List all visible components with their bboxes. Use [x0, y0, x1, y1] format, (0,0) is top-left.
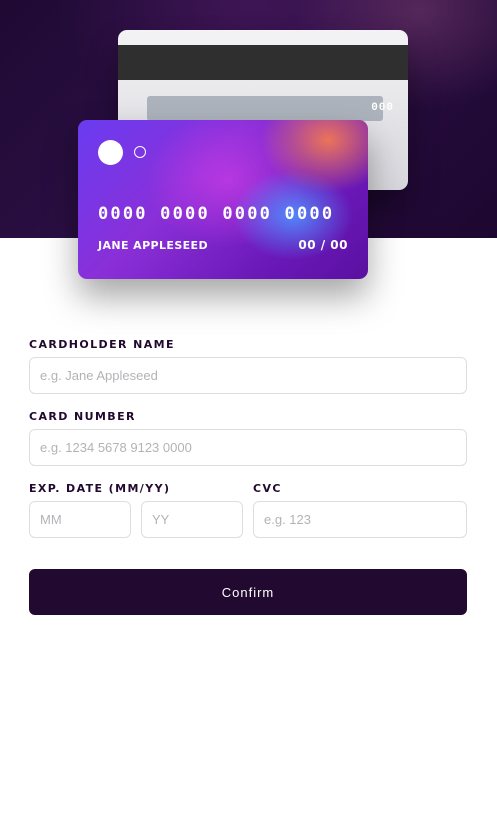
magnetic-stripe: [118, 45, 408, 80]
card-number-label: CARD NUMBER: [29, 410, 136, 423]
signature-strip: [147, 96, 383, 121]
exp-date-label: EXP. DATE (MM/YY): [29, 482, 171, 495]
cardholder-name-label: CARDHOLDER NAME: [29, 338, 175, 351]
exp-year-input[interactable]: [141, 501, 243, 538]
card-number-display: 0000 0000 0000 0000: [98, 204, 335, 224]
cardholder-name-input[interactable]: [29, 357, 467, 394]
exp-month-input[interactable]: [29, 501, 131, 538]
cardholder-name-display: JANE APPLESEED: [98, 239, 208, 252]
card-logo-ring-icon: [134, 146, 146, 158]
card-cvc: 000: [371, 102, 394, 114]
card-front: 0000 0000 0000 0000 JANE APPLESEED 00 / …: [78, 120, 368, 279]
card-expiry-display: 00 / 00: [298, 238, 348, 252]
card-logo-circle-icon: [98, 140, 123, 165]
cvc-input[interactable]: [253, 501, 467, 538]
card-number-input[interactable]: [29, 429, 467, 466]
confirm-button[interactable]: Confirm: [29, 569, 467, 615]
cvc-label: CVC: [253, 482, 282, 495]
